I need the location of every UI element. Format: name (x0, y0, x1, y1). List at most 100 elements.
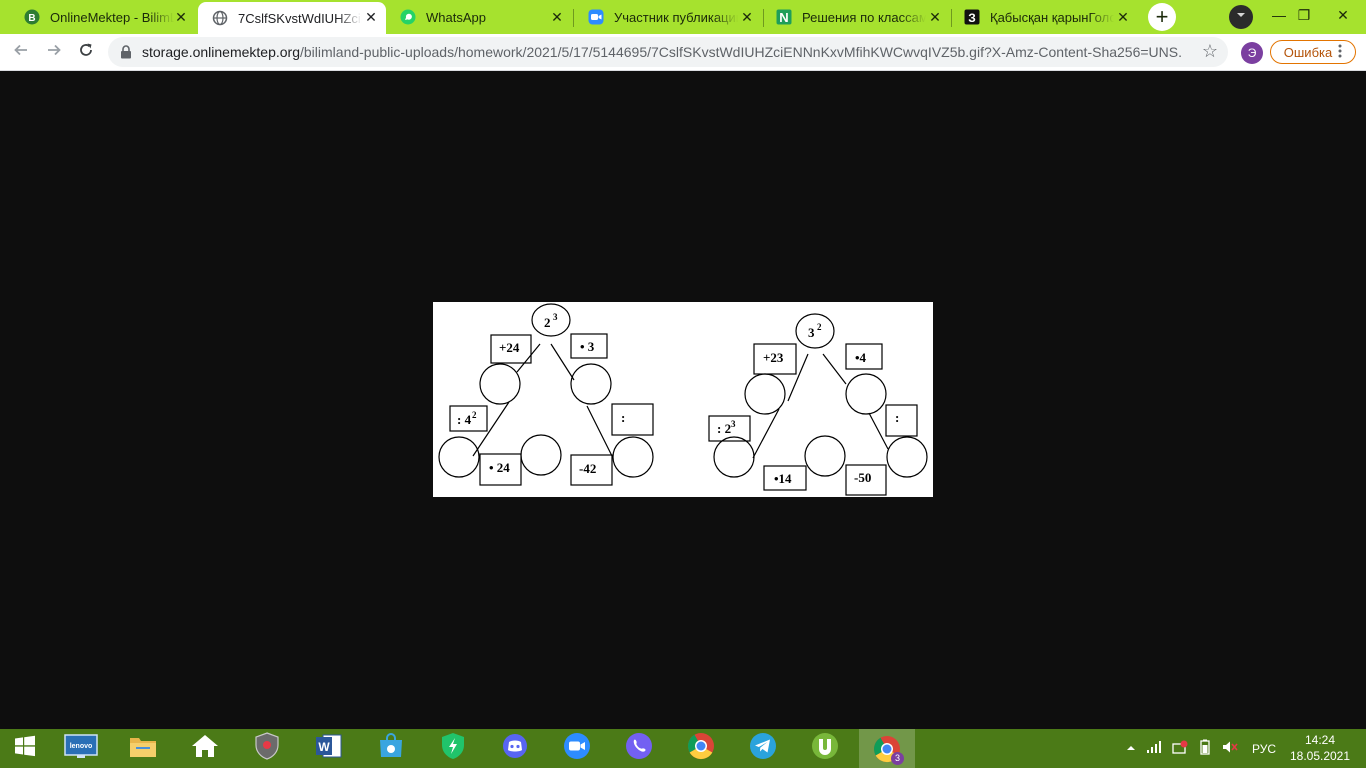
node-circle (612, 436, 654, 478)
top-circle (795, 313, 835, 349)
svg-text:lenovo: lenovo (70, 743, 93, 750)
arrow-left-icon (13, 42, 29, 63)
tab-search-button[interactable] (1229, 5, 1253, 29)
store-icon (377, 733, 405, 764)
chrome-app[interactable] (673, 729, 729, 768)
close-icon[interactable]: ✕ (548, 8, 566, 26)
zoom-icon (563, 732, 591, 765)
telegram-app[interactable] (735, 729, 791, 768)
whatsapp-icon (400, 9, 416, 25)
tab-title: 7CslfSKvstWdIUHZciENNnKxvMfihKWCwvqIVZ5b… (238, 10, 362, 26)
file-explorer-app[interactable] (115, 729, 171, 768)
tab-whatsapp[interactable]: WhatsApp ✕ (386, 2, 572, 32)
edge-line (516, 343, 541, 373)
folder-icon (128, 733, 158, 764)
tab-onlinemektep[interactable]: B OnlineMektep - BilimLand ✕ (10, 2, 196, 32)
edge-line (472, 401, 510, 457)
close-icon[interactable]: ✕ (1114, 8, 1132, 26)
left-triangle-diagram (438, 303, 654, 486)
security-app[interactable] (239, 729, 295, 768)
reload-icon (78, 42, 94, 63)
tab-kabyskan[interactable]: З Қабысқан қарынГолод ✕ (950, 2, 1138, 32)
svg-text:N: N (779, 10, 788, 25)
op-label-exp: 2 (472, 410, 477, 420)
tab-title: Қабысқан қарынГолод (990, 9, 1114, 25)
url-text[interactable]: storage.onlinemektep.org/bilimland-publi… (142, 44, 1182, 60)
error-label: Ошибка (1283, 44, 1333, 60)
error-button[interactable]: Ошибка (1270, 40, 1356, 64)
close-icon[interactable]: ✕ (738, 8, 756, 26)
close-icon[interactable]: ✕ (926, 8, 944, 26)
tab-strip: B OnlineMektep - BilimLand ✕ 7CslfSKvstW… (0, 0, 1366, 34)
profile-avatar[interactable]: Э (1241, 42, 1263, 64)
close-window-button[interactable]: ✕ (1320, 0, 1366, 30)
node-circle (886, 436, 928, 478)
zoom-app[interactable] (549, 729, 605, 768)
worksheet-image: 2 3 +24 • 3 : 4 2 : • 24 -42 3 2 +23 •4 … (433, 302, 933, 497)
discord-app[interactable] (487, 729, 543, 768)
close-icon[interactable]: ✕ (172, 8, 190, 26)
word-icon: W (315, 732, 343, 765)
top-value-exp: 2 (817, 322, 822, 332)
word-app[interactable]: W (301, 729, 357, 768)
edge-line (787, 353, 809, 402)
node-circle (520, 434, 562, 476)
op-label: +23 (763, 350, 784, 365)
utorrent-app[interactable] (797, 729, 853, 768)
battery-icon[interactable] (1198, 739, 1212, 758)
lock-icon[interactable] (120, 45, 132, 64)
globe-icon (212, 10, 228, 26)
home-app[interactable] (177, 729, 233, 768)
home-icon (191, 733, 219, 764)
star-icon[interactable]: ☆ (1202, 41, 1218, 62)
url-path: /bilimland-public-uploads/homework/2021/… (300, 44, 1182, 60)
discord-icon (501, 733, 529, 764)
store-app[interactable] (363, 729, 419, 768)
op-label: : (621, 410, 625, 425)
viber-app[interactable] (611, 729, 667, 768)
tab-resheniya[interactable]: N Решения по классам ОнлайнМектеп ✕ (762, 2, 950, 32)
chevron-up-icon[interactable] (1126, 742, 1136, 756)
op-label: -42 (579, 461, 596, 476)
edge-line (868, 412, 889, 450)
viber-icon (625, 732, 653, 765)
tab-title: OnlineMektep - BilimLand (50, 9, 174, 25)
signal-icon[interactable] (1146, 740, 1162, 757)
chrome-app-active[interactable]: 3 (859, 729, 915, 768)
op-box (885, 404, 918, 437)
browser-toolbar: storage.onlinemektep.org/bilimland-publi… (0, 34, 1366, 71)
volume-muted-icon[interactable] (1222, 740, 1238, 757)
image-viewer: 2 3 +24 • 3 : 4 2 : • 24 -42 3 2 +23 •4 … (0, 71, 1366, 729)
network-warning-icon[interactable] (1172, 740, 1188, 757)
chevron-down-icon (1235, 8, 1247, 26)
chrome-icon (687, 732, 715, 765)
clock[interactable]: 14:24 18.05.2021 (1288, 732, 1352, 764)
start-button[interactable] (0, 729, 50, 768)
node-circle (713, 436, 755, 478)
close-icon[interactable]: ✕ (362, 8, 380, 26)
op-label: •4 (855, 350, 867, 365)
svg-text:З: З (968, 11, 976, 25)
tab-gif-image[interactable]: 7CslfSKvstWdIUHZciENNnKxvMfihKWCwvqIVZ5b… (198, 2, 386, 34)
windows-icon (14, 735, 36, 762)
op-label: • 3 (580, 339, 595, 354)
reload-button[interactable] (72, 38, 100, 66)
tab-zoom-participant[interactable]: Участник публикации ✕ (574, 2, 762, 32)
new-tab-button[interactable]: + (1148, 3, 1176, 31)
address-bar[interactable]: storage.onlinemektep.org/bilimland-publi… (108, 37, 1228, 67)
node-circle (845, 373, 887, 415)
op-box (611, 403, 654, 436)
edge-line (752, 408, 780, 459)
lenovo-app[interactable]: lenovo (53, 729, 109, 768)
top-value-exp: 3 (553, 312, 558, 322)
op-label: -50 (854, 470, 871, 485)
op-label: • 24 (489, 460, 510, 475)
forward-button[interactable] (40, 38, 68, 66)
top-circle (531, 303, 571, 337)
op-label: : 4 (457, 412, 472, 427)
top-value-base: 2 (544, 315, 551, 330)
vpn-app[interactable] (425, 729, 481, 768)
back-button[interactable] (7, 38, 35, 66)
language-indicator[interactable]: РУС (1252, 742, 1276, 756)
op-label: : (895, 410, 899, 425)
